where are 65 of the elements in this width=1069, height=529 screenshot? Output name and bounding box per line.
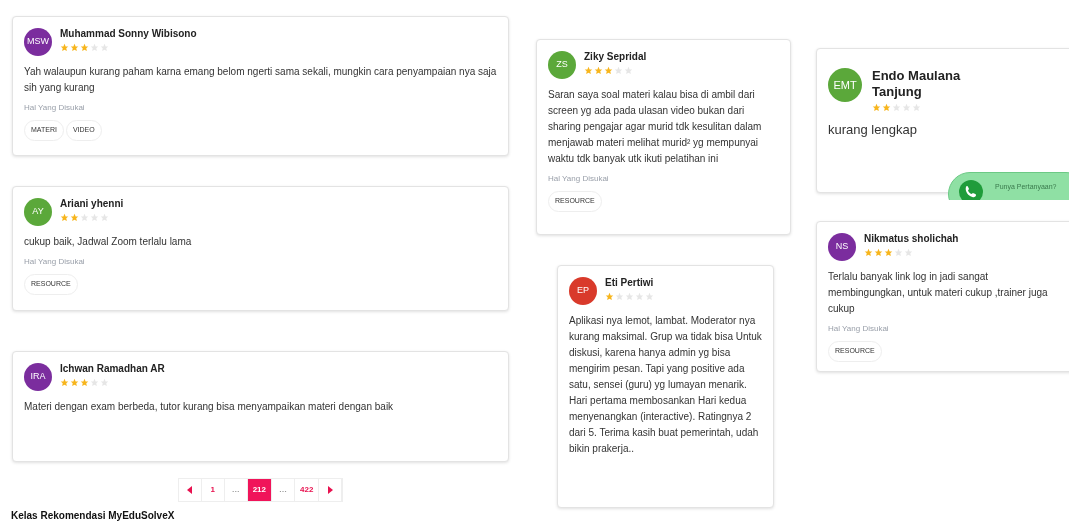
filled-star-icon xyxy=(884,247,893,257)
empty-star-icon xyxy=(912,102,921,112)
empty-star-icon xyxy=(90,377,99,387)
avatar: MSW xyxy=(24,28,52,56)
filled-star-icon xyxy=(594,65,603,75)
empty-star-icon xyxy=(904,247,913,257)
empty-star-icon xyxy=(624,65,633,75)
reviewer-name: Ariani yhenni xyxy=(60,198,124,211)
avatar: AY xyxy=(24,198,52,226)
reviewer-name: Ichwan Ramadhan AR xyxy=(60,363,165,376)
reviewer-name: Ziky Sepridal xyxy=(584,51,647,64)
review-text: Terlalu banyak link log in jadi sangat membingungkan, untuk materi cukup ,trainer juga cukup xyxy=(828,270,1049,316)
phone-icon xyxy=(959,180,983,200)
liked-label: Hal Yang Disukai xyxy=(828,323,890,335)
empty-star-icon xyxy=(892,102,901,112)
filled-star-icon xyxy=(60,42,69,52)
filled-star-icon xyxy=(864,247,873,257)
empty-star-icon xyxy=(100,42,109,52)
review-text: Materi dengan exam berbeda, tutor kurang bisa menyampaikan materi dengan baik xyxy=(24,400,395,414)
filled-star-icon xyxy=(60,212,69,222)
empty-star-icon xyxy=(635,291,644,301)
empty-star-icon xyxy=(90,42,99,52)
avatar: IRA xyxy=(24,363,52,391)
reviewer-name: Eti Pertiwi xyxy=(605,277,654,290)
filled-star-icon xyxy=(874,247,883,257)
empty-star-icon xyxy=(645,291,654,301)
filled-star-icon xyxy=(70,212,79,222)
empty-star-icon xyxy=(100,377,109,387)
reviewer-name: Muhammad Sonny Wibisono xyxy=(60,28,197,41)
avatar: NS xyxy=(828,233,856,261)
review-text: cukup baik, Jadwal Zoom terlalu lama xyxy=(24,235,193,249)
caret-right-icon xyxy=(327,486,334,494)
review-text: kurang lengkap xyxy=(828,120,918,139)
empty-star-icon xyxy=(80,212,89,222)
liked-label: Hal Yang Disukai xyxy=(24,102,86,114)
avatar: ZS xyxy=(548,51,576,79)
filled-star-icon xyxy=(882,102,891,112)
caret-left-icon xyxy=(186,486,193,494)
section-heading: Kelas Rekomendasi MyEduSolveX xyxy=(11,510,176,522)
filled-star-icon xyxy=(80,377,89,387)
empty-star-icon xyxy=(615,291,624,301)
empty-star-icon xyxy=(614,65,623,75)
review-text: Saran saya soal materi kalau bisa di ambil dari screen yg ada pada ulasan video bukan dari sharing pengajar agar murid tdk kesulitan dalam menjawab materi melihat murid² yg mempunyai waktu tdk banyak utk ikuti pelatihan ini xyxy=(548,88,763,166)
reviewer-name: Nikmatus sholichah xyxy=(864,233,959,246)
review-text: Yah walaupun kurang paham karna emang belom ngerti sama sekali, mungkin cara penyampaian nya saja sih yang kurang xyxy=(24,65,497,95)
filled-star-icon xyxy=(70,377,79,387)
avatar: EMT xyxy=(828,68,862,102)
filled-star-icon xyxy=(605,291,614,301)
avatar: EP xyxy=(569,277,597,305)
liked-label: Hal Yang Disukai xyxy=(548,173,610,185)
page-button[interactable]: 212 xyxy=(247,479,272,501)
empty-star-icon xyxy=(902,102,911,112)
filled-star-icon xyxy=(584,65,593,75)
review-text: Aplikasi nya lemot, lambat. Moderator nya kurang maksimal. Grup wa tidak bisa Untuk diskusi, karena hanya admin yg bisa mengirim pesan. Tapi yang positive ada satu, sensei (guru) yg lumayan menarik. Hari pertama membosankan Hari kedua menyenangkan (interactive). Ratingnya 2 dari 5. Terima kasih buat pemerintah, udah bikin prakerja.. xyxy=(569,314,762,456)
empty-star-icon xyxy=(894,247,903,257)
empty-star-icon xyxy=(100,212,109,222)
reviewer-name: Endo Maulana Tanjung xyxy=(872,68,962,101)
filled-star-icon xyxy=(604,65,613,75)
filled-star-icon xyxy=(60,377,69,387)
empty-star-icon xyxy=(625,291,634,301)
filled-star-icon xyxy=(872,102,881,112)
filled-star-icon xyxy=(70,42,79,52)
empty-star-icon xyxy=(90,212,99,222)
filled-star-icon xyxy=(80,42,89,52)
liked-label: Hal Yang Disukai xyxy=(24,256,86,268)
